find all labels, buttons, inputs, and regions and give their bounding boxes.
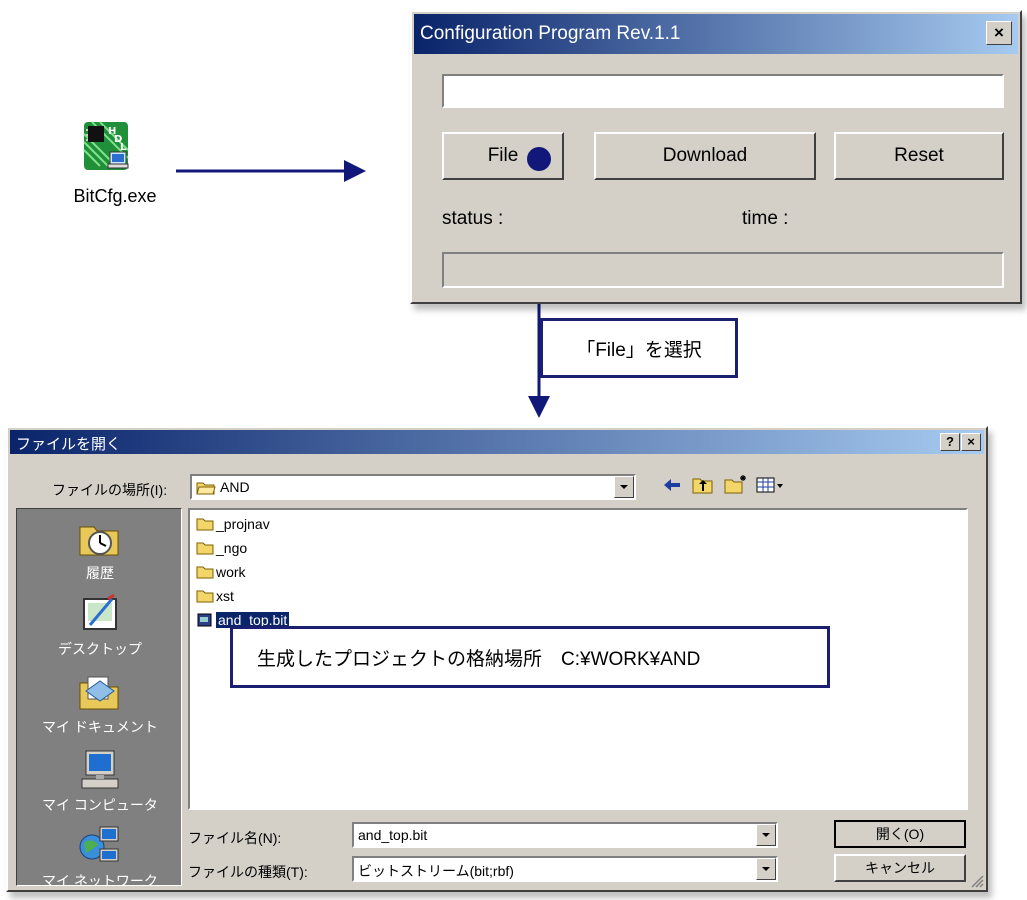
- list-item[interactable]: work: [196, 562, 246, 582]
- bitstream-file-icon: [197, 613, 212, 627]
- my-computer-icon: [81, 750, 119, 789]
- folder-icon: [196, 590, 214, 603]
- look-in-dropdown-button[interactable]: [614, 476, 634, 498]
- arrow-head-right: [344, 160, 366, 182]
- filetype-combo[interactable]: ビットストリーム(bit;rbf): [352, 856, 778, 882]
- select-file-callout: 「File」を選択: [540, 318, 738, 378]
- folder-icon: [196, 566, 214, 579]
- open-button-label: 開く(O): [875, 826, 925, 842]
- place-my-computer[interactable]: マイ コンピュータ: [17, 745, 181, 825]
- filetype-label: ファイルの種類(T):: [188, 864, 308, 880]
- file-name: _ngo: [216, 540, 248, 556]
- look-in-label: ファイルの場所(I):: [52, 482, 168, 498]
- list-item[interactable]: _ngo: [196, 538, 247, 558]
- reset-button-label: Reset: [894, 145, 944, 166]
- folder-icon: [196, 518, 214, 531]
- folder-icon: [196, 542, 214, 555]
- file-name: _projnav: [216, 516, 270, 532]
- file-name: work: [216, 564, 246, 580]
- config-close-button[interactable]: ×: [986, 21, 1012, 45]
- open-button[interactable]: 開く(O): [834, 820, 966, 848]
- chevron-down-icon: [762, 833, 770, 837]
- place-my-network[interactable]: マイ ネットワーク: [17, 821, 181, 886]
- list-item[interactable]: _projnav: [196, 514, 270, 534]
- file-button-label: File: [487, 145, 519, 166]
- progress-bar: [442, 252, 1004, 288]
- chevron-down-icon: [620, 485, 628, 489]
- look-in-combo[interactable]: AND: [190, 474, 636, 500]
- place-history[interactable]: 履歴: [17, 513, 181, 593]
- download-button-label: Download: [662, 145, 748, 166]
- look-in-value: AND: [220, 479, 250, 495]
- desktop-icon: [83, 593, 117, 630]
- click-marker-dot: [527, 147, 551, 171]
- status-label: status :: [442, 208, 504, 229]
- help-button[interactable]: ?: [940, 433, 960, 451]
- download-button[interactable]: Download: [594, 132, 816, 180]
- filename-dropdown-button[interactable]: [756, 824, 776, 846]
- arrow-head-down: [528, 396, 550, 418]
- bitfile-path-field[interactable]: [442, 74, 1004, 108]
- dialog-titlebar[interactable]: ファイルを開く ? ×: [10, 430, 984, 454]
- view-menu-icon[interactable]: [756, 476, 784, 494]
- filename-value: and_top.bit: [358, 827, 428, 843]
- select-file-callout-text: 「File」を選択: [576, 339, 702, 361]
- up-folder-icon[interactable]: [692, 476, 714, 494]
- dialog-title: ファイルを開く: [16, 436, 122, 453]
- places-bar: 履歴 デスクトップ マイ ドキュメント マイ コンピュータ マイ ネットワーク: [16, 508, 182, 886]
- place-desktop-label: デスクトップ: [58, 641, 142, 657]
- place-history-label: 履歴: [86, 565, 114, 581]
- cancel-button-label: キャンセル: [865, 860, 935, 876]
- dialog-close-button[interactable]: ×: [961, 433, 981, 451]
- my-network-icon: [79, 826, 119, 862]
- config-window-title: Configuration Program Rev.1.1: [420, 23, 681, 44]
- time-label: time :: [742, 208, 789, 229]
- place-my-documents-label: マイ ドキュメント: [42, 719, 158, 735]
- cancel-button[interactable]: キャンセル: [834, 854, 966, 882]
- place-my-computer-label: マイ コンピュータ: [42, 797, 158, 813]
- chevron-down-icon: [762, 867, 770, 871]
- history-icon: [79, 526, 119, 556]
- place-my-network-label: マイ ネットワーク: [42, 873, 158, 886]
- resize-grip-icon[interactable]: [970, 874, 984, 888]
- reset-button[interactable]: Reset: [834, 132, 1004, 180]
- filetype-value: ビットストリーム(bit;rbf): [358, 863, 514, 879]
- place-desktop[interactable]: デスクトップ: [17, 589, 181, 669]
- file-name: xst: [216, 588, 234, 604]
- config-titlebar[interactable]: Configuration Program Rev.1.1 ×: [414, 14, 1018, 54]
- project-location-callout: 生成したプロジェクトの格納場所 C:¥WORK¥AND: [230, 626, 830, 688]
- config-program-window: Configuration Program Rev.1.1 × File Dow…: [410, 10, 1022, 304]
- filename-label: ファイル名(N):: [188, 830, 282, 846]
- project-location-callout-text: 生成したプロジェクトの格納場所 C:¥WORK¥AND: [257, 648, 701, 670]
- filetype-dropdown-button[interactable]: [756, 858, 776, 880]
- open-folder-icon: [196, 482, 216, 495]
- list-item[interactable]: xst: [196, 586, 234, 606]
- filename-combo[interactable]: and_top.bit: [352, 822, 778, 848]
- back-arrow-icon[interactable]: [662, 476, 682, 494]
- place-my-documents[interactable]: マイ ドキュメント: [17, 667, 181, 747]
- new-folder-icon[interactable]: [724, 474, 748, 494]
- my-documents-icon: [79, 676, 119, 710]
